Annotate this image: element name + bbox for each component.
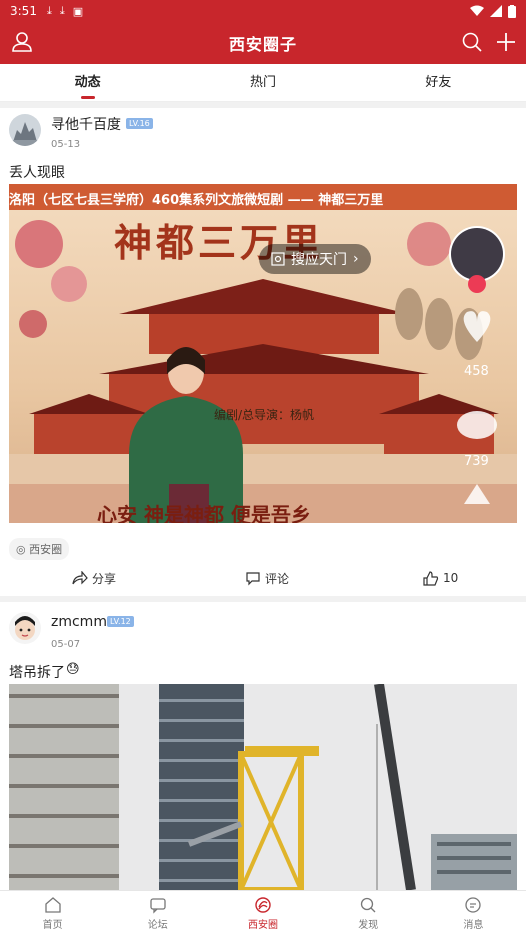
username[interactable]: zmcmm	[51, 614, 107, 630]
tab-hot[interactable]: 热门	[175, 64, 350, 101]
search-icon[interactable]	[460, 30, 484, 54]
nav-label: 论坛	[147, 920, 168, 931]
nav-label: 西安圈	[248, 920, 278, 931]
status-time: 3:51	[10, 4, 37, 18]
video-like-count: 458	[464, 364, 489, 379]
post-image[interactable]	[9, 684, 517, 890]
construction-photo	[9, 684, 517, 890]
signal-icon	[490, 5, 502, 17]
comment-button[interactable]: 评论	[245, 570, 289, 587]
nav-home[interactable]: 首页	[0, 891, 105, 936]
nav-label: 消息	[463, 920, 484, 931]
forum-icon	[150, 898, 166, 914]
comment-icon	[246, 571, 260, 585]
add-icon[interactable]	[494, 30, 518, 54]
post-date: 05-13	[51, 139, 81, 150]
post-actions: 分享 评论 10	[0, 565, 526, 591]
home-icon	[44, 897, 61, 913]
video-search-chip[interactable]: 搜应天门 ›	[259, 244, 371, 274]
nav-messages[interactable]: 消息	[421, 891, 526, 936]
video-credit: 编剧/总导演：杨帆	[214, 408, 315, 422]
username[interactable]: 寻他千百度	[51, 114, 121, 134]
post-text: 塔吊拆了	[9, 665, 65, 681]
status-bar: 3:51 ⤓ ⤓ ▣	[0, 0, 526, 22]
avatar[interactable]	[9, 612, 41, 644]
like-count: 10	[443, 571, 459, 585]
status-notification-icons: ⤓ ⤓ ▣	[47, 4, 83, 18]
video-bottom-caption: 心安 神是神都 便是吾乡	[97, 503, 311, 523]
status-right-icons	[470, 4, 516, 18]
chevron-right-icon: ›	[353, 251, 359, 267]
share-button[interactable]: 分享	[72, 570, 116, 587]
post-text: 丢人现眼	[9, 165, 65, 181]
nav-discover[interactable]: 发现	[316, 891, 421, 936]
circle-tag-icon: ◎	[16, 543, 26, 556]
tab-friends[interactable]: 好友	[351, 64, 526, 101]
wifi-icon	[470, 5, 484, 16]
circle-icon	[255, 897, 271, 913]
download-icon: ⤓	[46, 4, 52, 17]
nav-xian-circle[interactable]: 西安圈	[210, 891, 315, 936]
nav-label: 发现	[358, 920, 379, 931]
post-card[interactable]: zmcmm LV.12 05-07 塔吊拆了 😓	[0, 602, 526, 890]
comment-label: 评论	[265, 571, 290, 586]
battery-icon	[508, 4, 516, 18]
video-comment-count: 739	[464, 454, 489, 469]
scan-icon	[271, 252, 285, 266]
avatar[interactable]	[9, 114, 41, 146]
video-thumbnail[interactable]: 洛阳（七区七县三学府）460集系列文旅微短剧 —— 神都三万里 神都三万里 搜应…	[9, 184, 517, 523]
circle-tag[interactable]: ◎ 西安圈	[9, 538, 70, 560]
share-icon	[72, 571, 88, 585]
like-button[interactable]: 10	[423, 570, 459, 586]
download-icon: ⤓	[59, 4, 65, 17]
nav-forum[interactable]: 论坛	[105, 891, 210, 936]
circle-tag-label: 西安圈	[29, 543, 63, 556]
app-notification-icon: ▣	[72, 4, 84, 18]
message-icon	[465, 897, 482, 913]
page-title: 西安圈子	[228, 35, 297, 54]
nav-label: 首页	[42, 920, 63, 931]
post-card[interactable]: 寻他千百度 LV.16 05-13 丢人现眼 洛阳（七区七县三学府）460集系列…	[0, 108, 526, 596]
thumbs-up-icon	[423, 570, 439, 586]
share-label: 分享	[92, 571, 117, 586]
tab-dynamic[interactable]: 动态	[0, 64, 175, 101]
emoji-icon: 😓	[66, 662, 80, 677]
app-header: 西安圈子	[0, 22, 526, 64]
user-profile-icon[interactable]	[10, 30, 34, 54]
level-badge: LV.16	[126, 118, 153, 129]
video-top-caption: 洛阳（七区七县三学府）460集系列文旅微短剧 —— 神都三万里	[9, 193, 384, 208]
post-date: 05-07	[51, 639, 81, 650]
level-badge: LV.12	[107, 616, 134, 627]
bottom-navigation: 首页 论坛 西安圈 发现 消息	[0, 890, 526, 936]
discover-icon	[361, 897, 376, 913]
feed-tabs: 动态 热门 好友	[0, 64, 526, 102]
video-search-text: 搜应天门	[291, 252, 347, 268]
